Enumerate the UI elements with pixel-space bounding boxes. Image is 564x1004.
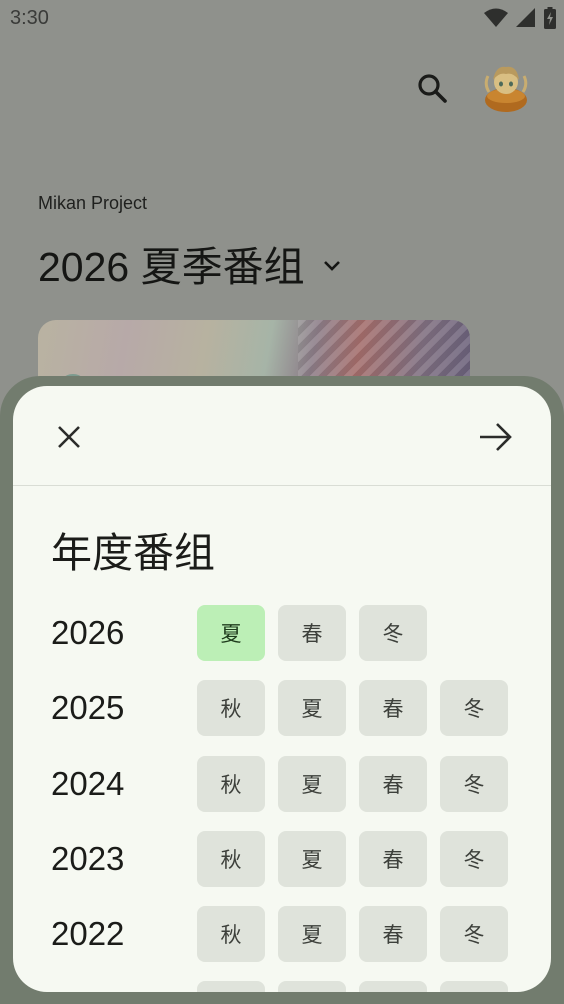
year-row: 2024 秋 夏 春 冬: [51, 755, 531, 812]
season-chips: 秋 夏 春 冬: [197, 906, 508, 963]
year-row: 2026 夏 春 冬: [51, 605, 531, 661]
search-icon[interactable]: [414, 70, 450, 106]
dialog-title: 年度番组: [51, 529, 215, 577]
season-chip[interactable]: 春: [359, 906, 427, 963]
season-chip[interactable]: 冬: [440, 680, 508, 737]
season-title[interactable]: 2026 夏季番组: [38, 233, 345, 293]
season-chip[interactable]: 秋: [197, 830, 265, 887]
season-chip[interactable]: 春: [359, 755, 427, 812]
status-bar: 3:30: [0, 0, 564, 40]
season-picker-dialog: 年度番组 2026 夏 春 冬 2025 秋 夏 春 冬 2024 秋 夏 春 …: [13, 386, 551, 992]
dialog-header: [13, 386, 551, 486]
season-chips: [197, 981, 508, 992]
season-chip[interactable]: [359, 981, 427, 992]
season-chip[interactable]: 夏: [278, 830, 346, 887]
season-chip[interactable]: [278, 981, 346, 992]
season-chip[interactable]: 冬: [359, 605, 427, 661]
year-label: 2022: [51, 915, 125, 953]
season-title-text: 2026 夏季番组: [38, 244, 305, 290]
season-chips: 夏 春 冬: [197, 605, 427, 661]
season-chip[interactable]: 冬: [440, 830, 508, 887]
season-chip[interactable]: 冬: [440, 906, 508, 963]
season-chip[interactable]: 春: [359, 680, 427, 737]
app-subtitle: Mikan Project: [38, 193, 148, 213]
year-row: 2022 秋 夏 春 冬: [51, 906, 531, 963]
season-chip[interactable]: 春: [278, 605, 346, 661]
season-chips: 秋 夏 春 冬: [197, 755, 508, 812]
season-chips: 秋 夏 春 冬: [197, 830, 508, 887]
status-time: 3:30: [10, 7, 49, 29]
status-icons: [484, 7, 556, 29]
signal-icon: [516, 8, 535, 27]
year-row: 2025 秋 夏 春 冬: [51, 680, 531, 737]
season-chip[interactable]: 夏: [278, 755, 346, 812]
season-chips: 秋 夏 春 冬: [197, 680, 508, 737]
season-chip[interactable]: 秋: [197, 755, 265, 812]
wifi-icon: [484, 8, 508, 27]
season-chip[interactable]: 春: [359, 830, 427, 887]
year-label: 2023: [51, 839, 125, 877]
season-chip[interactable]: 冬: [440, 755, 508, 812]
year-list: 2026 夏 春 冬 2025 秋 夏 春 冬 2024 秋 夏 春 冬 202…: [51, 605, 531, 992]
arrow-right-icon[interactable]: [475, 419, 515, 455]
season-chip[interactable]: [197, 981, 265, 992]
year-row-partial: [51, 981, 531, 992]
chevron-down-icon[interactable]: [319, 253, 345, 279]
close-icon[interactable]: [51, 419, 87, 455]
season-chip[interactable]: 秋: [197, 906, 265, 963]
year-label: 2026: [51, 614, 125, 651]
year-label: 2025: [51, 689, 125, 727]
season-chip[interactable]: 秋: [197, 680, 265, 737]
year-label: 2024: [51, 764, 125, 802]
year-row: 2023 秋 夏 春 冬: [51, 830, 531, 887]
season-chip[interactable]: 夏: [278, 680, 346, 737]
avatar[interactable]: [480, 62, 532, 114]
season-chip-selected[interactable]: 夏: [197, 605, 265, 661]
battery-icon: [544, 7, 556, 29]
season-chip[interactable]: 夏: [278, 906, 346, 963]
season-chip[interactable]: [440, 981, 508, 992]
